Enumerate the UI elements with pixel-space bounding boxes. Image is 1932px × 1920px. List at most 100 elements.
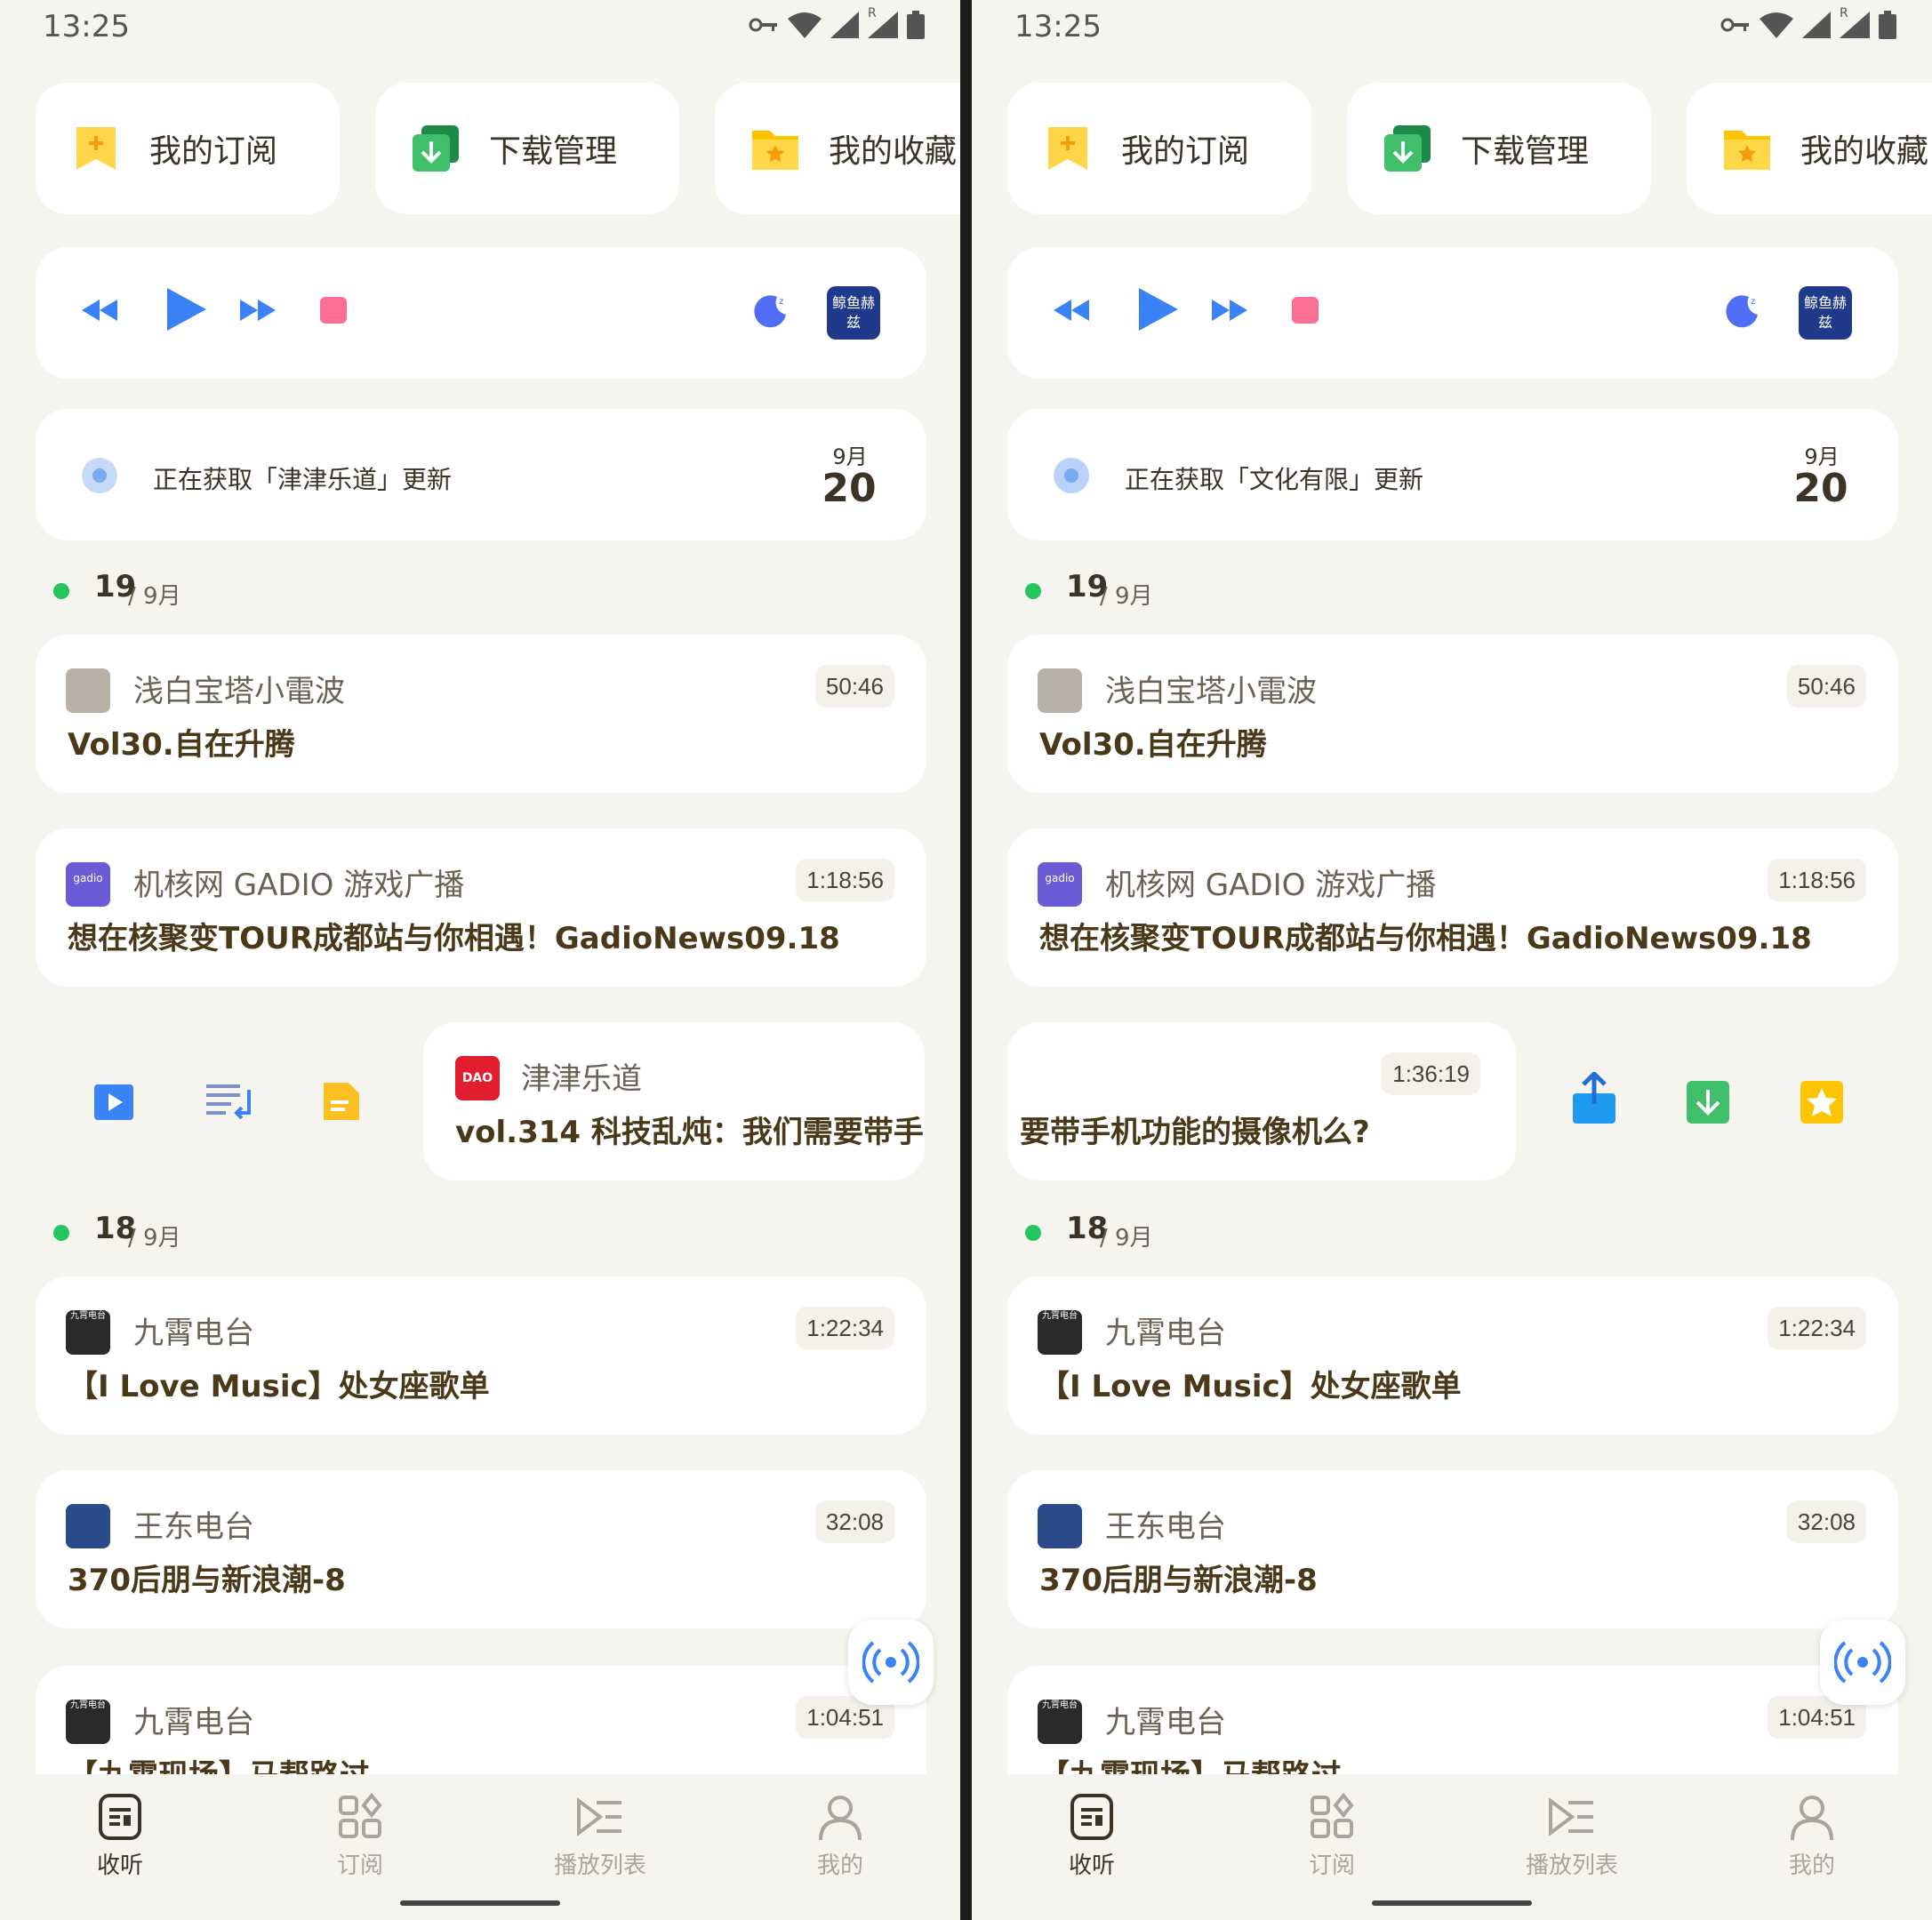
episode-duration: 1:18:56 bbox=[796, 859, 894, 901]
episode-duration: 50:46 bbox=[814, 665, 894, 708]
quick-card-label: 我的订阅 bbox=[149, 133, 278, 170]
cast-button[interactable] bbox=[1820, 1620, 1905, 1705]
nav-label: 我的 bbox=[816, 1852, 863, 1879]
episode-card-swiped[interactable]: 1:36:19 要带手机功能的摄像机么? bbox=[1007, 1022, 1516, 1180]
playlist-icon bbox=[577, 1797, 621, 1836]
play-icon[interactable] bbox=[1130, 283, 1183, 336]
fast-forward-icon[interactable] bbox=[1208, 289, 1251, 332]
nav-listen[interactable]: 收听 bbox=[49, 1792, 191, 1880]
nav-profile[interactable]: 我的 bbox=[1741, 1792, 1883, 1880]
home-indicator[interactable] bbox=[400, 1900, 560, 1906]
date-dot bbox=[53, 583, 69, 599]
playlist-icon bbox=[1549, 1797, 1593, 1836]
date-dot bbox=[1025, 1225, 1041, 1241]
subscriptions-grid-icon bbox=[1311, 1792, 1354, 1838]
episode-card[interactable]: gadio 机核网 GADIO 游戏广播 想在核聚变TOUR成都站与你相遇！Ga… bbox=[1007, 828, 1898, 987]
episode-card[interactable]: 九霄电台 九霄电台 【I Love Music】处女座歌单 1:22:34 bbox=[1007, 1276, 1898, 1435]
download-manager-card[interactable]: 下载管理 bbox=[1347, 83, 1651, 214]
status-bar: 13:25 R bbox=[972, 0, 1932, 55]
date-dot bbox=[1025, 583, 1041, 599]
cast-button[interactable] bbox=[848, 1620, 934, 1705]
favorites-folder-icon bbox=[1724, 131, 1770, 170]
date-month: / 9月 bbox=[1100, 1225, 1153, 1252]
my-subscriptions-card[interactable]: 我的订阅 bbox=[36, 83, 340, 214]
rewind-icon[interactable] bbox=[78, 289, 121, 332]
svg-text:z: z bbox=[1751, 297, 1755, 307]
podcast-avatar bbox=[1038, 668, 1082, 713]
nav-label: 播放列表 bbox=[553, 1852, 646, 1879]
episode-title: 【I Love Music】处女座歌单 bbox=[68, 1369, 490, 1404]
rewind-icon[interactable] bbox=[1050, 289, 1093, 332]
mini-player: z 鲸鱼赫兹 bbox=[36, 247, 926, 379]
subscriptions-grid-icon bbox=[339, 1792, 382, 1838]
episode-card[interactable]: 九霄电台 九霄电台 【I Love Music】处女座歌单 1:22:34 bbox=[36, 1276, 926, 1435]
fetch-status-text: 正在获取「津津乐道」更新 bbox=[153, 465, 453, 494]
add-to-playlist-icon[interactable] bbox=[204, 1081, 258, 1124]
podcast-avatar-text: gadio bbox=[1045, 872, 1075, 884]
episode-card[interactable]: 浅白宝塔小電波 Vol30.自在升腾 50:46 bbox=[36, 635, 926, 793]
episode-podcast-name: 九霄电台 bbox=[133, 1316, 254, 1351]
download-manager-card[interactable]: 下载管理 bbox=[375, 83, 679, 214]
nav-label: 我的 bbox=[1788, 1852, 1835, 1879]
nav-listen[interactable]: 收听 bbox=[1021, 1792, 1163, 1880]
episode-card[interactable]: 王东电台 370后朋与新浪潮-8 32:08 bbox=[1007, 1470, 1898, 1628]
stop-icon[interactable] bbox=[318, 295, 349, 325]
my-favorites-card[interactable]: 我的收藏 bbox=[715, 83, 960, 214]
podcast-avatar-text: 九霄电台 bbox=[70, 1700, 106, 1710]
home-indicator[interactable] bbox=[1372, 1900, 1532, 1906]
episode-title: 370后朋与新浪潮-8 bbox=[1039, 1563, 1318, 1598]
episode-duration: 1:22:34 bbox=[796, 1307, 894, 1349]
stop-icon[interactable] bbox=[1290, 295, 1320, 325]
episode-podcast-name: 机核网 GADIO 游戏广播 bbox=[1105, 868, 1437, 903]
podcast-cover[interactable]: 鲸鱼赫兹 bbox=[827, 286, 880, 340]
quick-access-row: 我的订阅 下载管理 我的收藏 bbox=[1007, 83, 1932, 216]
bottom-navigation: 收听 订阅 播放列表 我的 bbox=[972, 1774, 1932, 1920]
podcast-avatar: gadio bbox=[66, 862, 110, 907]
roaming-label: R bbox=[868, 6, 877, 20]
episode-title: Vol30.自在升腾 bbox=[68, 727, 295, 763]
sleep-timer-icon[interactable]: z bbox=[1722, 292, 1761, 331]
share-icon[interactable] bbox=[1571, 1072, 1617, 1125]
sleep-timer-icon[interactable]: z bbox=[750, 292, 790, 331]
nav-playlist[interactable]: 播放列表 bbox=[529, 1792, 671, 1880]
episode-title: 370后朋与新浪潮-8 bbox=[68, 1563, 346, 1598]
listen-icon bbox=[99, 1794, 141, 1840]
nav-profile[interactable]: 我的 bbox=[769, 1792, 911, 1880]
roaming-signal-icon: R bbox=[1840, 6, 1870, 38]
quick-card-label: 我的订阅 bbox=[1121, 133, 1250, 170]
favorite-star-icon[interactable] bbox=[1799, 1079, 1845, 1125]
nav-playlist[interactable]: 播放列表 bbox=[1501, 1792, 1643, 1880]
video-icon[interactable] bbox=[92, 1083, 135, 1122]
podcast-cover-text: 鲸鱼赫兹 bbox=[1804, 294, 1848, 331]
broadcast-icon bbox=[1834, 1641, 1891, 1684]
nav-subscriptions[interactable]: 订阅 bbox=[289, 1792, 431, 1880]
status-icons: R bbox=[749, 6, 925, 39]
roaming-label: R bbox=[1840, 6, 1848, 20]
my-subscriptions-card[interactable]: 我的订阅 bbox=[1007, 83, 1311, 214]
listen-icon bbox=[1070, 1794, 1113, 1840]
notes-icon[interactable] bbox=[320, 1079, 363, 1124]
podcast-cover[interactable]: 鲸鱼赫兹 bbox=[1799, 286, 1852, 340]
nav-label: 订阅 bbox=[1308, 1852, 1355, 1879]
episode-card-swiped[interactable]: DAO 津津乐道 vol.314 科技乱炖：我们需要带手 bbox=[423, 1022, 925, 1180]
episode-duration: 32:08 bbox=[814, 1500, 894, 1543]
swipe-actions-left bbox=[36, 1022, 409, 1180]
episode-card[interactable]: gadio 机核网 GADIO 游戏广播 想在核聚变TOUR成都站与你相遇！Ga… bbox=[36, 828, 926, 987]
episode-card[interactable]: 浅白宝塔小電波 Vol30.自在升腾 50:46 bbox=[1007, 635, 1898, 793]
broadcast-icon bbox=[862, 1641, 919, 1684]
nav-subscriptions[interactable]: 订阅 bbox=[1261, 1792, 1403, 1880]
episode-podcast-name: 王东电台 bbox=[1105, 1509, 1226, 1545]
episode-card[interactable]: 王东电台 370后朋与新浪潮-8 32:08 bbox=[36, 1470, 926, 1628]
my-favorites-card[interactable]: 我的收藏 bbox=[1687, 83, 1932, 214]
play-icon[interactable] bbox=[158, 283, 212, 336]
subscription-icon bbox=[76, 127, 116, 170]
episode-podcast-name: 九霄电台 bbox=[133, 1705, 254, 1740]
calendar-day: 20 bbox=[1793, 466, 1848, 511]
mini-player: z 鲸鱼赫兹 bbox=[1007, 247, 1898, 379]
podcast-avatar: 九霄电台 bbox=[66, 1310, 110, 1355]
phone-screen-left: 13:25 R 我的订阅 下载管理 我的收藏 z 鲸鱼赫兹 正在获取「津津乐道」… bbox=[0, 0, 960, 1920]
download-icon[interactable] bbox=[1685, 1079, 1731, 1125]
download-manager-icon bbox=[413, 125, 459, 172]
battery-icon bbox=[907, 11, 925, 39]
fast-forward-icon[interactable] bbox=[236, 289, 279, 332]
